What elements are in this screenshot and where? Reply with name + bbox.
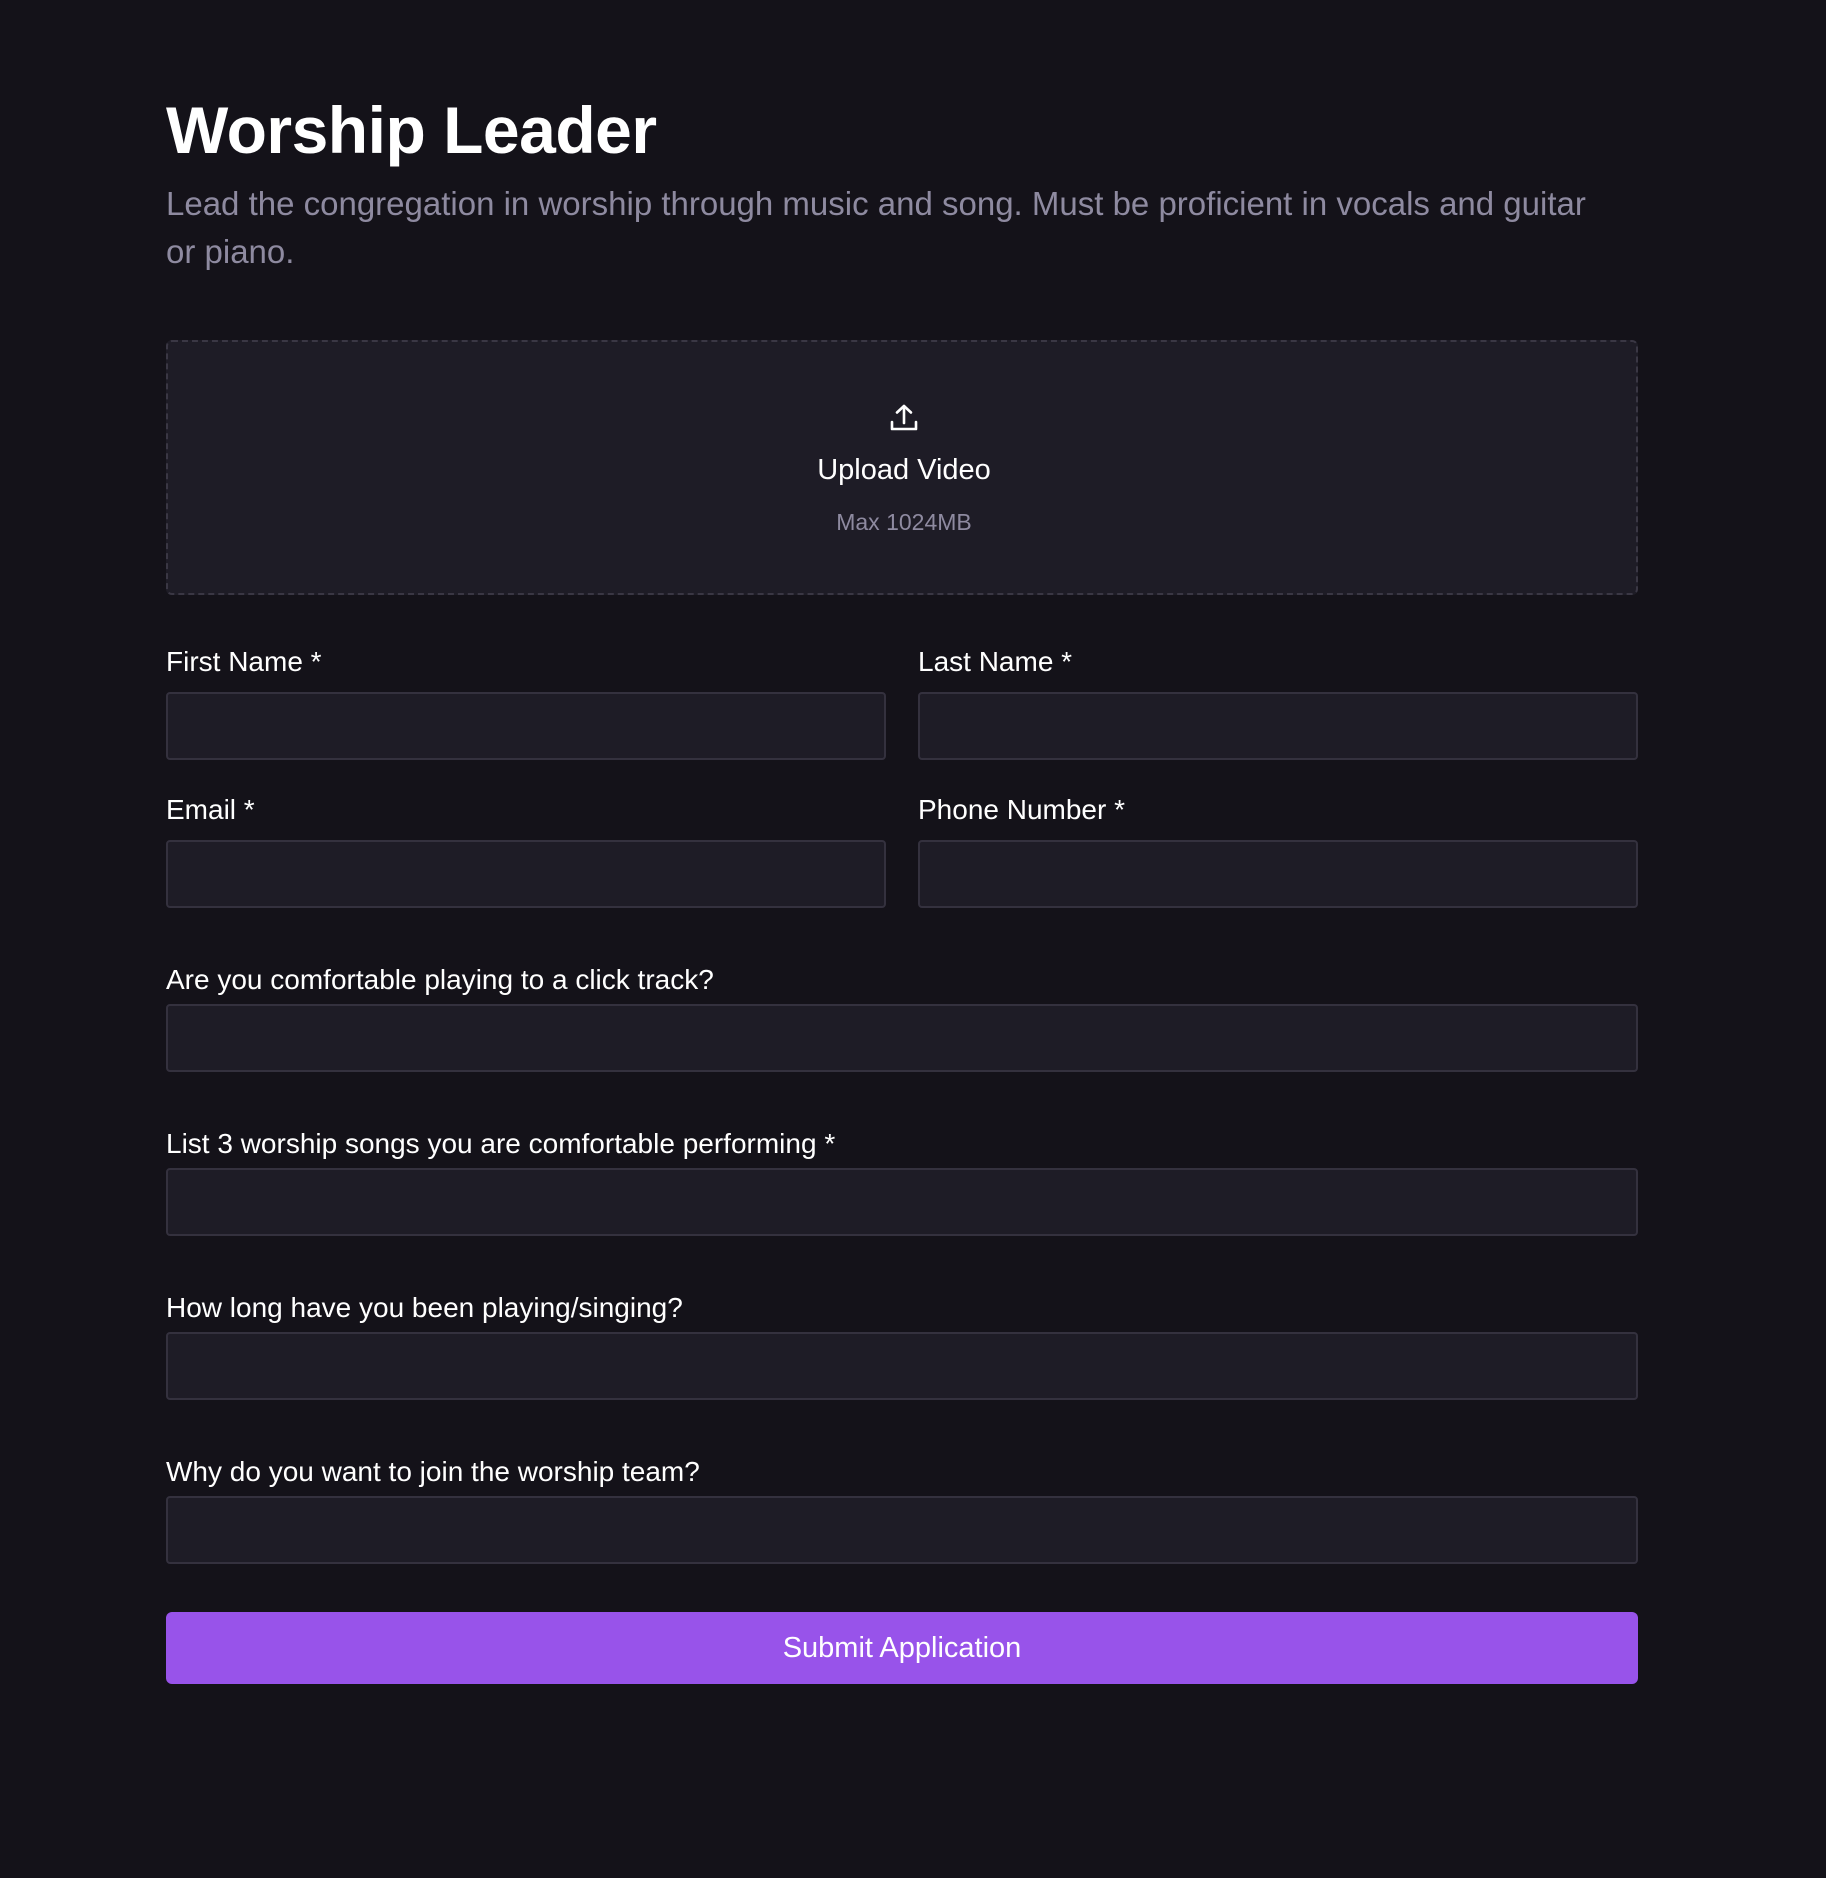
worship-songs-input[interactable] <box>166 1168 1638 1236</box>
phone-number-label: Phone Number * <box>918 794 1126 825</box>
upload-size-limit: Max 1024MB <box>836 509 972 535</box>
submit-application-button[interactable]: Submit Application <box>166 1612 1638 1684</box>
upload-title: Upload Video <box>817 454 991 486</box>
email-input[interactable] <box>166 840 886 908</box>
worship-songs-label: List 3 worship songs you are comfortable… <box>166 1128 836 1159</box>
first-name-label: First Name * <box>166 646 322 677</box>
last-name-input[interactable] <box>918 692 1638 760</box>
phone-number-input[interactable] <box>918 840 1638 908</box>
video-upload-dropzone[interactable]: Upload Video Max 1024MB <box>166 340 1638 595</box>
upload-icon <box>890 404 918 431</box>
first-name-input[interactable] <box>166 692 886 760</box>
motivation-label: Why do you want to join the worship team… <box>166 1456 700 1487</box>
page-description: Lead the congregation in worship through… <box>166 185 1586 270</box>
last-name-label: Last Name * <box>918 646 1073 677</box>
motivation-input[interactable] <box>166 1496 1638 1564</box>
email-label: Email * <box>166 794 255 825</box>
click-track-input[interactable] <box>166 1004 1638 1072</box>
click-track-label: Are you comfortable playing to a click t… <box>166 964 714 995</box>
experience-input[interactable] <box>166 1332 1638 1400</box>
page-title: Worship Leader <box>166 93 657 167</box>
experience-label: How long have you been playing/singing? <box>166 1292 683 1323</box>
